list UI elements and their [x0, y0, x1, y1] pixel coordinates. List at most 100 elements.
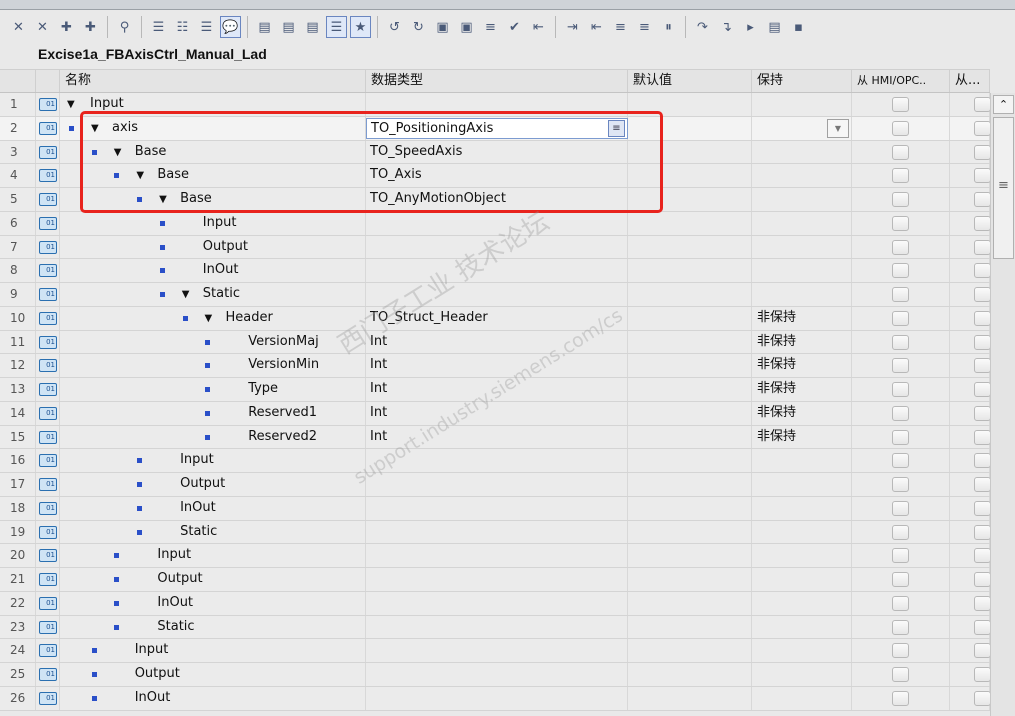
name-cell[interactable]: Static	[60, 615, 366, 639]
name-cell[interactable]: Input	[60, 211, 366, 235]
name-cell[interactable]: InOut	[60, 496, 366, 520]
retain-cell[interactable]	[752, 164, 852, 187]
header-name[interactable]: 名称	[60, 70, 366, 92]
table-row[interactable]: 4 01 ▼ Base TO_Axis	[0, 164, 991, 188]
hmi-accessible-checkbox[interactable]	[892, 310, 909, 326]
retain-cell[interactable]	[752, 568, 852, 591]
name-cell[interactable]: ▼ Base	[60, 140, 366, 164]
hmi-visible-checkbox[interactable]	[974, 120, 991, 136]
hmi-visible-checkbox[interactable]	[974, 382, 991, 397]
step-into-icon[interactable]: ▸	[740, 16, 761, 38]
retain-cell[interactable]: 非保持	[752, 378, 852, 401]
table-row[interactable]: 25 01 Output	[0, 663, 991, 687]
retain-cell[interactable]	[752, 544, 852, 567]
default-cell[interactable]	[628, 520, 752, 544]
datatype-cell[interactable]: TO_AnyMotionObject	[366, 188, 628, 211]
hmi-visible-checkbox[interactable]	[974, 239, 991, 255]
default-cell[interactable]	[628, 615, 752, 639]
name-cell[interactable]: Output	[60, 663, 366, 686]
insert-row-icon[interactable]: ✕	[8, 16, 29, 38]
retain-cell[interactable]	[752, 686, 852, 710]
table-row[interactable]: 18 01 InOut	[0, 496, 991, 521]
name-cell[interactable]: ▼ Input	[60, 93, 366, 116]
hmi-visible-checkbox[interactable]	[974, 500, 991, 516]
table-row[interactable]: 23 01 Static	[0, 615, 991, 640]
retain-cell[interactable]	[752, 615, 852, 639]
hmi-accessible-checkbox[interactable]	[892, 477, 909, 492]
hmi-accessible-checkbox[interactable]	[892, 168, 909, 184]
hmi-visible-checkbox[interactable]	[974, 144, 991, 160]
default-cell[interactable]	[628, 259, 752, 282]
hmi-visible-checkbox[interactable]	[974, 358, 991, 374]
name-cell[interactable]: Output	[60, 235, 366, 259]
hmi-visible-checkbox[interactable]	[974, 405, 991, 421]
name-cell[interactable]: Reserved2	[60, 425, 366, 449]
default-cell[interactable]	[628, 686, 752, 710]
name-cell[interactable]: Static	[60, 520, 366, 544]
table-row[interactable]: 2 01 ▼ axis TO_PositioningAxis ≡ ▼	[0, 116, 991, 141]
monitor-down-icon[interactable]: ▤	[278, 16, 299, 38]
default-cell[interactable]	[628, 283, 752, 306]
hmi-visible-checkbox[interactable]	[974, 619, 991, 635]
name-cell[interactable]: ▼ Header	[60, 306, 366, 330]
load-snapshot-icon[interactable]: ▣	[456, 16, 477, 38]
hmi-accessible-checkbox[interactable]	[892, 690, 909, 706]
step-over-icon[interactable]: ↴	[716, 16, 737, 38]
retain-cell[interactable]	[752, 663, 852, 686]
default-cell[interactable]	[628, 591, 752, 615]
scroll-up-button[interactable]: ⌃	[993, 95, 1014, 114]
table-row[interactable]: 9 01 ▼ Static	[0, 283, 991, 307]
retain-cell[interactable]	[752, 473, 852, 496]
table-row[interactable]: 12 01 VersionMin Int 非保持	[0, 354, 991, 378]
table-row[interactable]: 21 01 Output	[0, 568, 991, 592]
hmi-visible-checkbox[interactable]	[974, 643, 991, 659]
retain-cell[interactable]	[752, 235, 852, 259]
expand-triangle-icon[interactable]: ▼	[159, 194, 167, 205]
collapse-all-icon[interactable]: ☷	[172, 16, 193, 38]
datatype-cell[interactable]	[366, 211, 628, 235]
hmi-accessible-checkbox[interactable]	[892, 405, 909, 421]
hmi-accessible-checkbox[interactable]	[892, 382, 909, 397]
default-cell[interactable]	[628, 663, 752, 686]
vertical-scrollbar[interactable]: ⌃ ≡	[990, 93, 1015, 716]
hmi-visible-checkbox[interactable]	[974, 192, 991, 207]
name-cell[interactable]: Input	[60, 449, 366, 472]
hmi-visible-checkbox[interactable]	[974, 310, 991, 326]
table-row[interactable]: 15 01 Reserved2 Int 非保持	[0, 425, 991, 450]
default-cell[interactable]	[628, 496, 752, 520]
datatype-cell[interactable]	[366, 568, 628, 591]
name-cell[interactable]: Output	[60, 568, 366, 591]
datatype-cell[interactable]	[366, 544, 628, 567]
network-down-icon[interactable]: ≡	[634, 16, 655, 38]
network-up-icon[interactable]: ⏸	[658, 16, 679, 38]
more-icon[interactable]: ▤	[764, 16, 785, 38]
hmi-visible-checkbox[interactable]	[974, 477, 991, 492]
hmi-accessible-checkbox[interactable]	[892, 548, 909, 564]
retain-cell[interactable]	[752, 283, 852, 306]
table-row[interactable]: 22 01 InOut	[0, 591, 991, 616]
hmi-visible-checkbox[interactable]	[974, 97, 991, 112]
hmi-visible-checkbox[interactable]	[974, 429, 991, 445]
default-cell[interactable]	[628, 93, 752, 116]
name-cell[interactable]: Input	[60, 639, 366, 662]
datatype-cell[interactable]	[366, 259, 628, 282]
table-row[interactable]: 8 01 InOut	[0, 259, 991, 283]
datatype-cell[interactable]	[366, 520, 628, 544]
snapshot-icon[interactable]: ▣	[432, 16, 453, 38]
default-cell[interactable]	[628, 306, 752, 330]
hmi-visible-checkbox[interactable]	[974, 334, 991, 350]
hmi-visible-checkbox[interactable]	[974, 215, 991, 231]
hmi-accessible-checkbox[interactable]	[892, 287, 909, 302]
retain-cell[interactable]: 非保持	[752, 425, 852, 449]
default-cell[interactable]	[628, 639, 752, 662]
header-retain[interactable]: 保持	[752, 70, 852, 92]
default-cell[interactable]	[628, 378, 752, 401]
hmi-visible-checkbox[interactable]	[974, 524, 991, 540]
name-cell[interactable]: InOut	[60, 686, 366, 710]
expand-triangle-icon[interactable]: ▼	[67, 99, 75, 110]
hmi-visible-checkbox[interactable]	[974, 287, 991, 302]
indent-in-icon[interactable]: ⇥	[562, 16, 583, 38]
scroll-thumb[interactable]: ≡	[993, 117, 1014, 259]
table-row[interactable]: 16 01 Input	[0, 449, 991, 473]
table-row[interactable]: 13 01 Type Int 非保持	[0, 378, 991, 402]
